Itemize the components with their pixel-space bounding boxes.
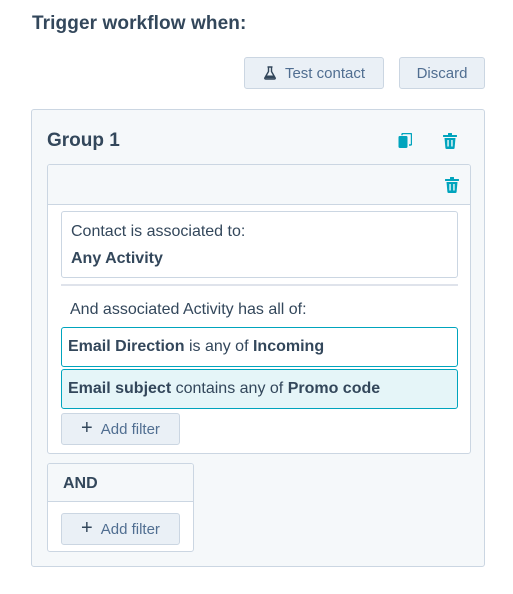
plus-icon: + xyxy=(81,517,93,539)
discard-label: Discard xyxy=(416,64,468,82)
add-filter-label: Add filter xyxy=(100,520,160,538)
condition-value: Incoming xyxy=(252,338,325,355)
discard-button[interactable]: Discard xyxy=(399,57,485,89)
and-header: AND xyxy=(48,464,193,502)
add-filter-button[interactable]: + Add filter xyxy=(61,413,180,445)
association-value: Any Activity xyxy=(71,250,163,267)
filter-card-header xyxy=(48,165,470,205)
page-title: Trigger workflow when: xyxy=(32,13,247,34)
group-title: Group 1 xyxy=(47,130,120,151)
condition-operator: is any of xyxy=(188,338,249,355)
test-contact-button[interactable]: Test contact xyxy=(244,57,384,89)
copy-icon[interactable] xyxy=(396,132,414,150)
add-filter-button[interactable]: + Add filter xyxy=(61,513,180,545)
add-filter-label: Add filter xyxy=(100,420,160,438)
flask-icon xyxy=(264,66,276,80)
condition-property: Email Direction xyxy=(68,338,185,355)
filter-card: Contact is associated to: Any Activity A… xyxy=(47,164,471,454)
test-contact-label: Test contact xyxy=(284,64,366,82)
trash-icon[interactable] xyxy=(443,176,461,194)
condition-email-subject[interactable]: Email subject contains any of Promo code xyxy=(61,369,458,409)
condition-property: Email subject xyxy=(68,380,172,397)
and-filter-card: AND + Add filter xyxy=(47,463,194,552)
divider xyxy=(61,284,458,286)
filter-group: Group 1 Contact is associated to: Any Ac… xyxy=(31,109,485,567)
plus-icon: + xyxy=(81,417,93,439)
association-filter[interactable]: Contact is associated to: Any Activity xyxy=(61,211,458,278)
association-label: Contact is associated to: xyxy=(71,223,246,240)
condition-value: Promo code xyxy=(287,380,381,397)
condition-email-direction[interactable]: Email Direction is any of Incoming xyxy=(61,327,458,367)
trash-icon[interactable] xyxy=(441,132,459,150)
condition-operator: contains any of xyxy=(175,380,284,397)
associated-condition-intro: And associated Activity has all of: xyxy=(70,301,307,318)
and-label: AND xyxy=(63,475,98,492)
